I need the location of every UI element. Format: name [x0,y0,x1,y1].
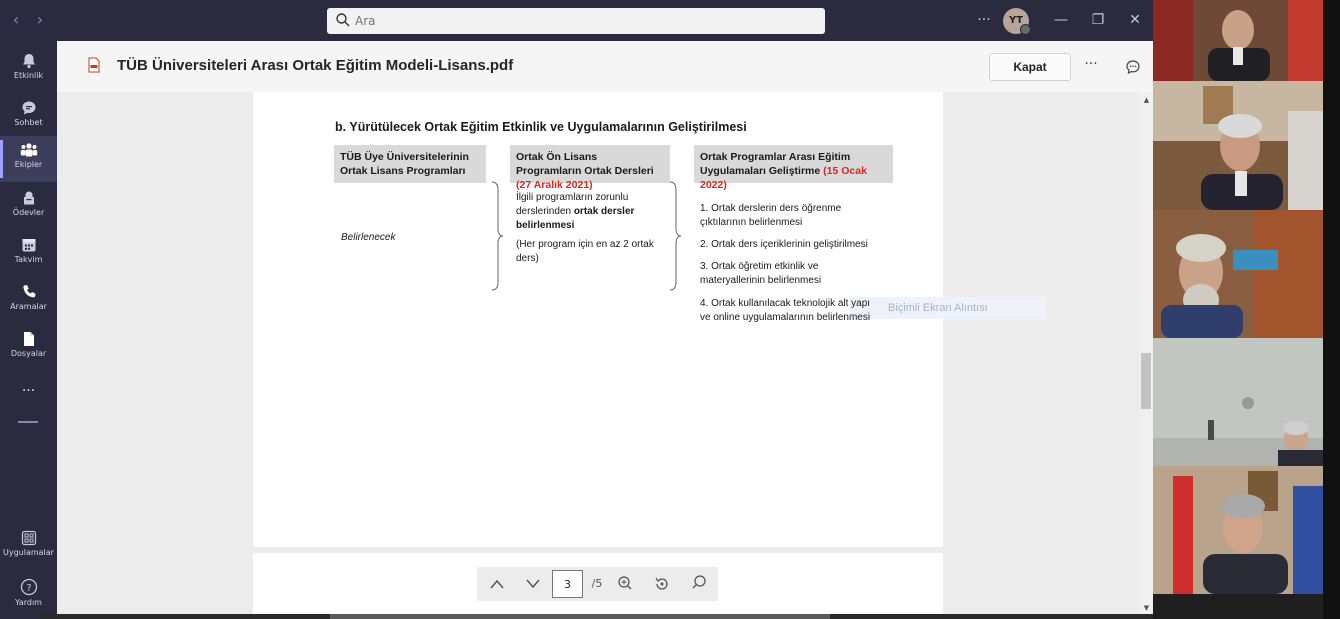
close-window-button[interactable]: ✕ [1124,10,1146,30]
settings-more-button[interactable]: ··· [973,10,995,30]
rail-item-teams[interactable]: Ekipler [0,136,57,182]
rail-label: Dosyalar [10,349,47,358]
right-brace [669,181,682,291]
scroll-down-icon[interactable]: ▼ [1140,602,1153,614]
rail-item-activity[interactable]: Etkinlik [0,47,57,93]
header-text: TÜB Üye Üniversitelerinin Ortak Lisans P… [340,151,469,177]
minimize-button[interactable]: — [1050,10,1072,30]
rail-label: Ekipler [14,160,43,169]
rail-item-calls[interactable]: Aramalar [0,278,57,324]
rail-label: Ödevler [12,208,45,217]
search-input[interactable] [353,10,817,32]
rail-item-chat[interactable]: Sohbet [0,94,57,140]
search-icon [336,13,350,27]
forward-button[interactable]: › [30,10,50,30]
participant-video-3[interactable] [1153,210,1323,338]
application-item-2: 2. Ortak ders içeriklerinin geliştirilme… [700,239,868,250]
help-icon: ? [20,578,37,596]
rail-item-help[interactable]: ? Yardım [0,572,57,618]
left-brace-course [488,180,504,292]
courses-note: (Her program için en az 2 ortak ders) [516,239,654,264]
phone-icon [22,285,35,298]
column-header-courses: Ortak Ön Lisans Programların Ortak Dersl… [510,145,670,191]
calendar-icon [22,239,35,252]
total-pages: /5 [591,577,603,590]
rail-item-apps[interactable]: Uygulamalar [0,524,57,570]
participant-2-image [1153,81,1323,210]
page-controls: /5 [477,567,718,601]
rail-label: Yardım [15,598,42,607]
application-item-4: 4. Ortak kullanılacak teknolojik alt yap… [700,298,871,323]
rail-item-files[interactable]: Dosyalar [0,325,57,371]
file-icon [23,332,34,346]
svg-text:?: ? [26,583,31,594]
participant-video-1[interactable] [1153,0,1323,81]
column-header-programs: TÜB Üye Üniversitelerinin Ortak Lisans P… [334,145,486,183]
app-rail: Etkinlik Sohbet Ekipler Ödevler Takvim A… [0,41,57,619]
column-header-applications: Ortak Programlar Arası Eğitim Uygulamala… [694,145,893,191]
back-button[interactable]: ‹ [6,10,26,30]
more-icon: ··· [21,383,36,399]
scroll-up-icon[interactable]: ▲ [1140,94,1153,106]
presence-status-icon [1020,24,1031,35]
search-bar[interactable] [327,8,825,34]
taskbar-strip-highlight [330,614,830,619]
document-title: TÜB Üniversiteleri Arası Ortak Eğitim Mo… [117,57,514,74]
courses-description: İlgili programların zorunlu derslerinden… [516,191,666,233]
rotate-icon[interactable] [652,567,672,601]
zoom-in-icon[interactable] [615,567,635,601]
previous-page-icon[interactable] [487,567,507,601]
video-strip-edge [1323,0,1340,619]
conversation-icon[interactable] [1125,59,1141,75]
next-page-icon[interactable] [523,567,543,601]
header-date: (27 Aralık 2021) [516,179,593,191]
document-more-button[interactable]: ··· [1082,56,1100,76]
rail-label: Sohbet [14,118,43,127]
teams-icon [20,143,37,157]
rail-item-calendar[interactable]: Takvim [0,231,57,277]
participant-4-image [1153,338,1323,466]
application-item-3: 3. Ortak öğretim etkinlik ve materyaller… [700,261,822,286]
rail-label: Etkinlik [13,71,44,80]
header-text: Ortak Ön Lisans Programların Ortak Dersl… [516,151,654,177]
rail-item-assignments[interactable]: Ödevler [0,184,57,230]
section-title: b. Yürütülecek Ortak Eğitim Etkinlik ve … [335,120,747,134]
video-strip-footer [1153,594,1340,619]
pdf-file-icon [88,57,100,73]
search-document-icon[interactable] [689,567,709,601]
participant-1-image [1153,0,1323,81]
rail-divider [18,421,38,423]
more-apps-button[interactable]: ··· [0,379,57,403]
participant-video-2[interactable] [1153,81,1323,210]
rail-label: Uygulamalar [3,548,54,557]
apps-icon [21,530,36,546]
application-item-1: 1. Ortak derslerin ders öğrenme çıktılar… [700,203,842,228]
page-number-input[interactable]: 3 [552,570,583,598]
restore-button[interactable]: ❐ [1087,10,1109,30]
participant-3-image [1153,210,1323,338]
participant-5-image [1153,466,1323,594]
rail-label: Takvim [14,255,43,264]
chat-icon [22,101,35,115]
bell-icon [22,54,35,69]
assignments-icon [23,191,34,205]
rail-label: Aramalar [10,302,47,311]
close-document-button[interactable]: Kapat [989,53,1071,81]
participant-video-5[interactable] [1153,466,1323,594]
programs-status: Belirlenecek [341,232,396,243]
participant-video-4[interactable] [1153,338,1323,466]
scrollbar-thumb[interactable] [1141,353,1151,409]
